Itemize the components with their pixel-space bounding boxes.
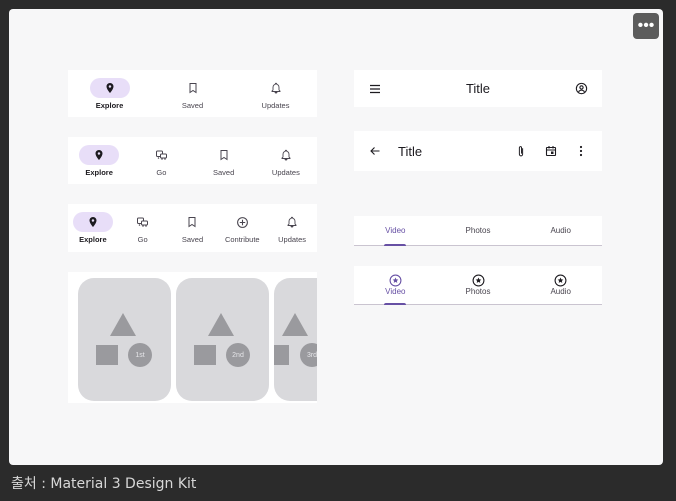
nav-label: Updates bbox=[278, 235, 307, 244]
nav-item-go[interactable]: Go bbox=[123, 212, 163, 244]
nav-item-explore[interactable]: Explore bbox=[89, 77, 130, 110]
commute-icon bbox=[123, 212, 163, 232]
nav-item-contribute[interactable]: Contribute bbox=[222, 212, 262, 244]
location-pin-icon bbox=[72, 212, 113, 232]
navigation-bar-5-items: Explore Go Saved Contribute Updates bbox=[68, 204, 317, 252]
carousel-item[interactable]: 3rd bbox=[274, 278, 317, 401]
source-caption: 출처 : Material 3 Design Kit bbox=[11, 476, 197, 492]
nav-label: Saved bbox=[212, 167, 235, 177]
tab-photos[interactable]: Photos bbox=[437, 216, 520, 245]
nav-item-explore[interactable]: Explore bbox=[79, 144, 120, 177]
square-shape bbox=[274, 345, 289, 365]
add-circle-icon bbox=[222, 212, 262, 232]
triangle-shape bbox=[208, 313, 234, 336]
location-pin-icon bbox=[79, 144, 120, 165]
carousel-item[interactable]: 2nd bbox=[176, 278, 269, 401]
active-tab-indicator bbox=[384, 244, 407, 246]
tab-audio[interactable]: Audio bbox=[519, 216, 602, 245]
carousel-item[interactable]: 1st bbox=[78, 278, 171, 401]
primary-tabs: Video Photos Audio bbox=[354, 216, 602, 246]
attach-icon[interactable] bbox=[510, 140, 532, 162]
nav-item-updates[interactable]: Updates bbox=[272, 212, 312, 244]
back-arrow-icon[interactable] bbox=[364, 140, 386, 162]
square-shape bbox=[194, 345, 216, 365]
bell-icon bbox=[256, 78, 296, 98]
bookmark-icon bbox=[173, 78, 213, 98]
square-shape bbox=[96, 345, 118, 365]
nav-item-explore[interactable]: Explore bbox=[72, 212, 113, 244]
nav-label: Go bbox=[137, 235, 148, 244]
more-vert-icon[interactable] bbox=[570, 140, 592, 162]
nav-label: Saved bbox=[181, 235, 204, 244]
triangle-shape bbox=[282, 313, 308, 336]
commute-icon bbox=[141, 145, 181, 165]
tab-video[interactable]: Video bbox=[354, 266, 437, 305]
tab-label: Video bbox=[385, 226, 406, 235]
nav-label: Saved bbox=[181, 100, 204, 110]
carousel[interactable]: 1st 2nd 3rd bbox=[68, 272, 317, 403]
account-circle-icon[interactable] bbox=[570, 78, 592, 100]
navigation-bar-4-items: Explore Go Saved Updates bbox=[68, 137, 317, 184]
bookmark-icon bbox=[172, 212, 212, 232]
nav-label: Contribute bbox=[224, 235, 260, 244]
location-pin-icon bbox=[89, 77, 130, 98]
star-circle-icon bbox=[472, 274, 484, 287]
small-top-app-bar: Title bbox=[354, 131, 602, 171]
nav-item-updates[interactable]: Updates bbox=[266, 145, 306, 177]
menu-icon[interactable] bbox=[364, 78, 386, 100]
tab-label: Photos bbox=[465, 226, 491, 235]
carousel-item-label: 1st bbox=[128, 343, 152, 367]
navigation-bar-3-items: Explore Saved Updates bbox=[68, 70, 317, 117]
active-tab-indicator bbox=[384, 303, 407, 305]
triangle-shape bbox=[110, 313, 136, 336]
tab-photos[interactable]: Photos bbox=[437, 266, 520, 304]
carousel-item-label: 3rd bbox=[300, 343, 317, 367]
bookmark-icon bbox=[204, 145, 244, 165]
tab-label: Video bbox=[385, 287, 406, 296]
nav-item-go[interactable]: Go bbox=[141, 145, 181, 177]
star-circle-icon bbox=[554, 274, 567, 287]
primary-tabs-with-icons: Video Photos Audio bbox=[354, 266, 602, 305]
nav-label: Go bbox=[156, 167, 167, 177]
nav-item-saved[interactable]: Saved bbox=[172, 212, 212, 244]
tab-label: Audio bbox=[550, 226, 571, 235]
tab-label: Photos bbox=[465, 287, 491, 296]
page-title: Title bbox=[398, 143, 423, 159]
nav-label: Updates bbox=[261, 100, 290, 110]
tab-video[interactable]: Video bbox=[354, 216, 437, 246]
more-options-button[interactable]: ••• bbox=[633, 13, 659, 39]
bell-icon bbox=[272, 212, 312, 232]
carousel-item-label: 2nd bbox=[226, 343, 250, 367]
nav-label: Updates bbox=[271, 167, 300, 177]
star-circle-icon bbox=[389, 274, 402, 287]
nav-label: Explore bbox=[95, 100, 124, 110]
nav-item-saved[interactable]: Saved bbox=[204, 145, 244, 177]
bell-icon bbox=[266, 145, 306, 165]
nav-item-saved[interactable]: Saved bbox=[173, 78, 213, 110]
nav-label: Explore bbox=[85, 167, 113, 177]
nav-item-updates[interactable]: Updates bbox=[256, 78, 296, 110]
tab-label: Audio bbox=[550, 287, 571, 296]
calendar-icon[interactable] bbox=[540, 140, 562, 162]
center-aligned-top-app-bar: Title bbox=[354, 70, 602, 107]
nav-label: Explore bbox=[79, 235, 107, 244]
tab-audio[interactable]: Audio bbox=[519, 266, 602, 304]
page-title: Title bbox=[465, 81, 491, 96]
